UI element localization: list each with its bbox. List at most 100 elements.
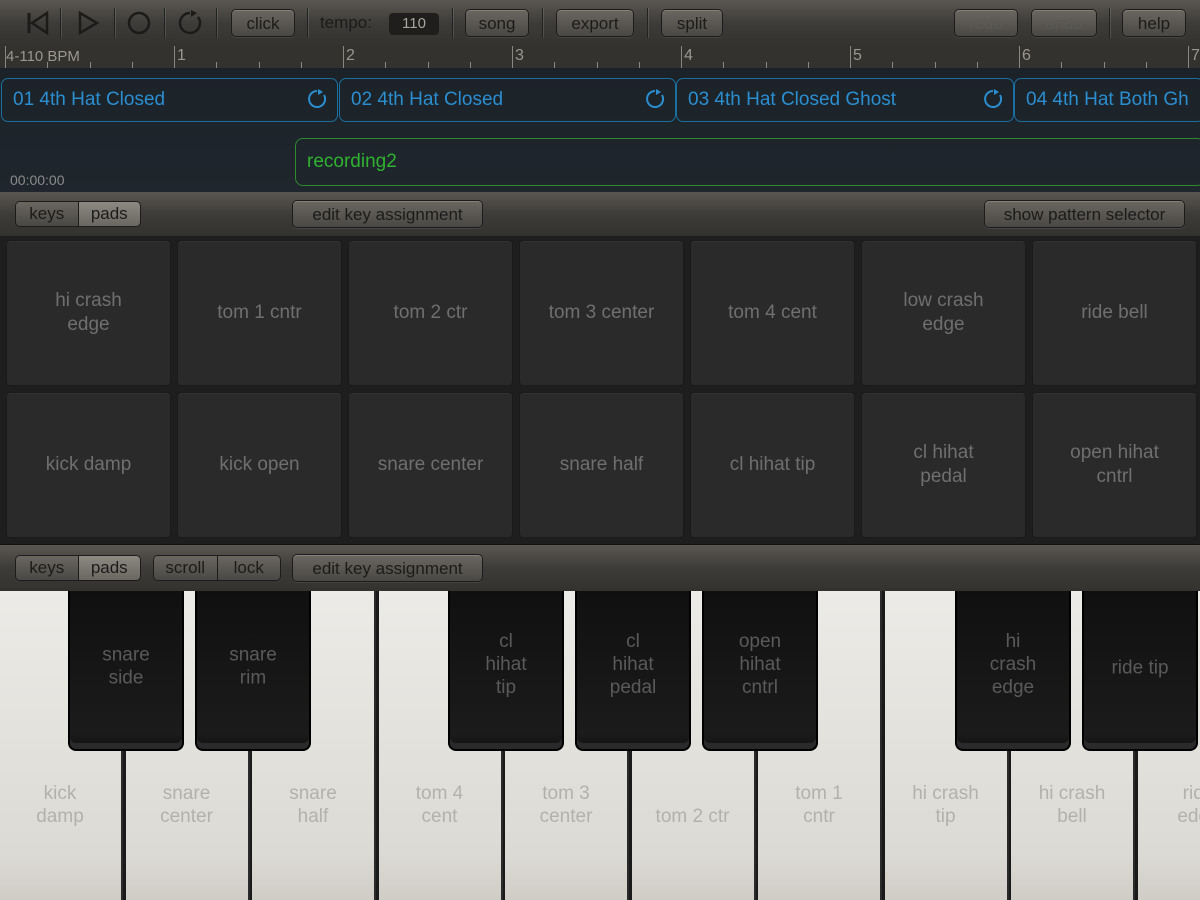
loop-record-button[interactable] — [172, 6, 208, 40]
pad-label: tom 4 cent — [728, 302, 817, 323]
drum-pad[interactable]: hi crash edge — [6, 240, 171, 386]
pad-label: tom 1 cntr — [217, 302, 302, 323]
ruler-tick — [681, 46, 682, 68]
pattern-clip[interactable]: 04 4th Hat Both Gh — [1014, 78, 1200, 122]
record-button[interactable] — [121, 6, 157, 40]
key-label: hi crash tip — [912, 783, 979, 827]
keys-option[interactable]: keys — [16, 556, 78, 580]
piano-keyboard: kick damp snare center snare half tom 4 cen… — [0, 591, 1200, 900]
drum-pad[interactable]: open hihat cntrl — [1032, 392, 1197, 538]
loop-icon — [308, 89, 327, 108]
drum-pad-grid: hi crash edge tom 1 cntr tom 2 ctr tom 3 ce… — [0, 236, 1200, 544]
scroll-option[interactable]: scroll — [154, 556, 217, 580]
keyboard-toolbar: keys pads scroll lock edit key assignmen… — [0, 545, 1200, 591]
loop-icon — [984, 89, 1003, 108]
drum-pad[interactable]: cl hihat pedal — [861, 392, 1026, 538]
ruler-tick — [5, 46, 6, 68]
keys-option[interactable]: keys — [16, 202, 78, 226]
key-label: hi crash edge — [989, 630, 1037, 698]
key-label: hi crash bell — [1038, 783, 1106, 827]
drum-pad[interactable]: tom 4 cent — [690, 240, 855, 386]
lock-option[interactable]: lock — [216, 556, 280, 580]
loop-icon — [178, 10, 202, 35]
black-key[interactable]: open hihat cntrl — [702, 591, 818, 751]
split-button[interactable]: split — [661, 9, 723, 37]
pad-label: tom 2 ctr — [393, 302, 468, 323]
show-pattern-selector-button[interactable]: show pattern selector — [984, 200, 1185, 228]
undo-button[interactable]: undo — [1031, 9, 1097, 37]
drum-pad[interactable]: kick open — [177, 392, 342, 538]
tempo-value[interactable]: 110 — [389, 13, 439, 35]
pads-option[interactable]: pads — [77, 202, 140, 226]
key-label: tom 2 ctr — [655, 806, 730, 827]
export-button[interactable]: export — [556, 9, 634, 37]
key-label: tom 4 cent — [415, 783, 464, 827]
recording-clip[interactable]: recording2 — [295, 138, 1200, 186]
clip-label: 02 4th Hat Closed — [351, 89, 504, 110]
black-key[interactable]: cl hihat tip — [448, 591, 564, 751]
loop-icon — [646, 89, 665, 108]
drum-pad[interactable]: tom 1 cntr — [177, 240, 342, 386]
pads-option[interactable]: pads — [77, 556, 140, 580]
time-readout: 00:00:00 — [10, 172, 65, 188]
redo-button[interactable]: redo — [954, 9, 1018, 37]
drum-pad[interactable]: snare half — [519, 392, 684, 538]
click-button[interactable]: click — [231, 9, 295, 37]
pad-label: tom 3 center — [548, 302, 655, 323]
key-label: snare side — [102, 644, 150, 689]
pattern-clip[interactable]: 02 4th Hat Closed — [339, 78, 676, 122]
top-toolbar: click tempo: 110 song export split redo … — [0, 0, 1200, 46]
keys-pads-toggle[interactable]: keys pads — [15, 201, 141, 227]
ruler-bar-number: 3 — [515, 47, 524, 64]
drum-pad[interactable]: cl hihat tip — [690, 392, 855, 538]
pad-label: hi crash edge — [55, 290, 122, 335]
timeline-ruler[interactable]: 4-110 BPM 1 2 3 4 5 6 7 — [0, 46, 1200, 69]
rewind-button[interactable] — [20, 6, 56, 40]
pad-label: low crash edge — [903, 290, 984, 335]
song-button[interactable]: song — [465, 9, 529, 37]
clip-label: 01 4th Hat Closed — [13, 89, 166, 110]
ruler-tick — [512, 46, 513, 68]
pad-label: kick damp — [45, 454, 132, 475]
track-area[interactable]: 01 4th Hat Closed 02 4th Hat Closed 03 4… — [0, 68, 1200, 192]
pad-label: snare half — [559, 454, 644, 475]
key-label: ride edge — [1177, 783, 1200, 827]
pad-label: kick open — [219, 454, 300, 475]
black-key[interactable]: snare side — [68, 591, 184, 751]
ruler-tick — [1188, 46, 1189, 68]
drum-pad[interactable]: low crash edge — [861, 240, 1026, 386]
clip-label: 04 4th Hat Both Gh — [1026, 89, 1189, 110]
ruler-tick — [1019, 46, 1020, 68]
record-icon — [127, 11, 151, 35]
pad-label: open hihat cntrl — [1070, 442, 1159, 487]
pad-label: cl hihat tip — [729, 454, 816, 475]
scroll-lock-toggle[interactable]: scroll lock — [153, 555, 281, 581]
black-key[interactable]: ride tip — [1082, 591, 1198, 751]
key-label: tom 3 center — [539, 783, 593, 827]
black-key[interactable]: hi crash edge — [955, 591, 1071, 751]
key-label: ride tip — [1111, 657, 1169, 679]
black-key[interactable]: snare rim — [195, 591, 311, 751]
play-button[interactable] — [70, 6, 106, 40]
edit-key-assignment-button[interactable]: edit key assignment — [292, 554, 483, 582]
key-label: snare center — [160, 783, 213, 827]
key-label: snare half — [289, 783, 337, 827]
drum-pad[interactable]: tom 3 center — [519, 240, 684, 386]
pattern-clip[interactable]: 01 4th Hat Closed — [1, 78, 338, 122]
black-key[interactable]: cl hihat pedal — [575, 591, 691, 751]
bpm-label: 4-110 BPM — [6, 48, 80, 65]
drum-pad[interactable]: ride bell — [1032, 240, 1197, 386]
drum-pad[interactable]: tom 2 ctr — [348, 240, 513, 386]
edit-key-assignment-button[interactable]: edit key assignment — [292, 200, 483, 228]
pad-label: snare center — [377, 454, 484, 475]
drum-pad[interactable]: snare center — [348, 392, 513, 538]
help-button[interactable]: help — [1122, 9, 1186, 37]
pattern-clip[interactable]: 03 4th Hat Closed Ghost — [676, 78, 1014, 122]
rewind-icon — [27, 10, 49, 36]
keys-pads-toggle[interactable]: keys pads — [15, 555, 141, 581]
tempo-label: tempo: — [320, 13, 372, 32]
ruler-bar-number: 6 — [1022, 47, 1031, 64]
pad-label: ride bell — [1081, 302, 1148, 323]
drum-pad[interactable]: kick damp — [6, 392, 171, 538]
ruler-bar-number: 1 — [177, 47, 186, 64]
